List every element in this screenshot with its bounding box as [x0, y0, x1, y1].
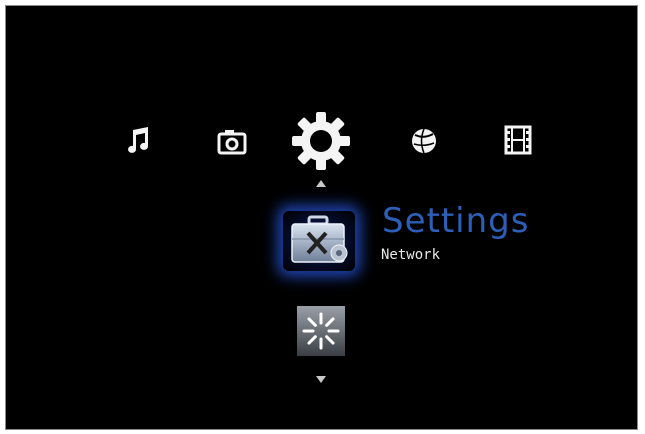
- music-note-icon: [128, 127, 149, 153]
- submenu-up-arrow[interactable]: [314, 178, 328, 188]
- up-arrow-icon: [316, 179, 326, 187]
- media-player-screen: Settings Network: [5, 5, 638, 430]
- down-arrow-icon: [316, 375, 326, 383]
- category-photos[interactable]: [215, 124, 249, 158]
- category-movies[interactable]: [501, 123, 535, 157]
- category-music[interactable]: [122, 124, 154, 156]
- category-internet[interactable]: [407, 124, 441, 158]
- submenu-item-network[interactable]: [283, 211, 355, 271]
- submenu-item-loading[interactable]: [297, 306, 345, 356]
- film-strip-icon: [504, 125, 532, 155]
- globe-icon: [412, 128, 436, 154]
- category-settings[interactable]: [290, 110, 352, 172]
- submenu-title: Settings: [382, 201, 530, 241]
- submenu-selected-label: Network: [381, 247, 441, 263]
- loading-spinner-icon: [297, 306, 345, 356]
- submenu-down-arrow[interactable]: [314, 374, 328, 384]
- toolbox-settings-icon: [291, 215, 348, 263]
- gear-icon: [292, 112, 350, 170]
- camera-icon: [217, 130, 247, 155]
